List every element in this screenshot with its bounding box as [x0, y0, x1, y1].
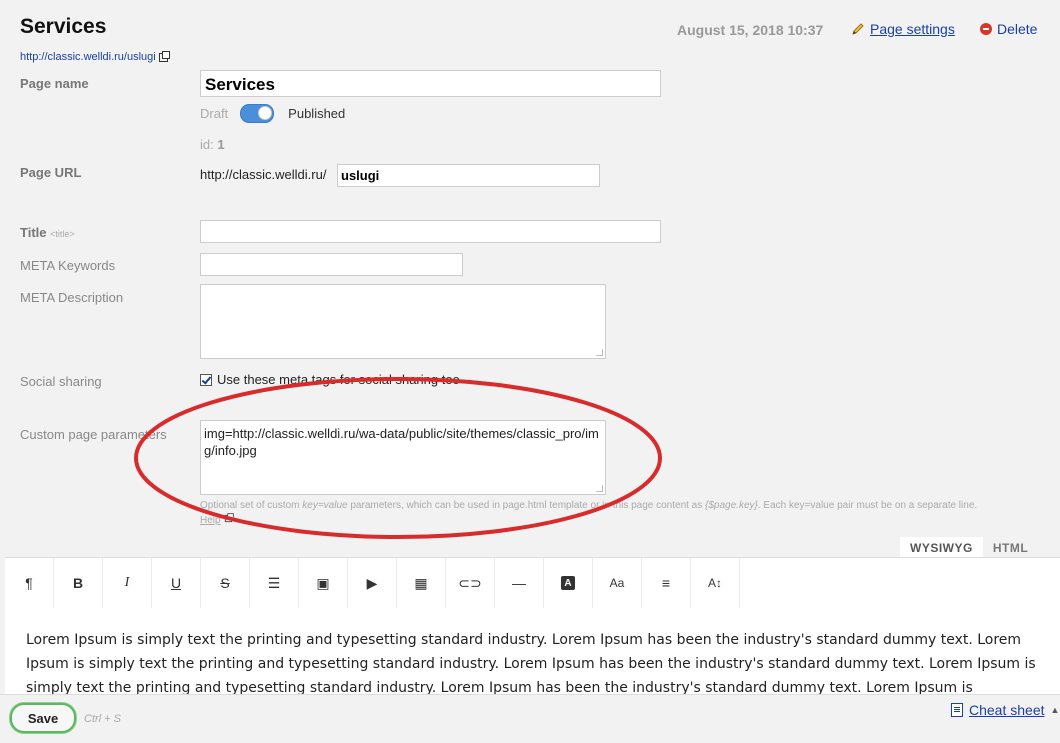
font-color-icon[interactable]: A: [544, 558, 593, 608]
hint-text: . Each key=value pair must be on a separ…: [757, 500, 978, 511]
footer-bar: [0, 694, 1060, 743]
page-title: Services: [20, 15, 107, 38]
meta-keywords-label: META Keywords: [20, 258, 116, 273]
paragraph-icon[interactable]: ¶: [5, 558, 54, 608]
strikethrough-icon[interactable]: S: [201, 558, 250, 608]
page-url-text: http://classic.welldi.ru/uslugi: [20, 51, 156, 63]
url-prefix: http://classic.welldi.ru/: [200, 167, 327, 182]
publish-toggle[interactable]: [240, 104, 275, 123]
help-link[interactable]: Help: [200, 515, 221, 526]
meta-keywords-input[interactable]: [200, 253, 463, 276]
editor-content-area[interactable]: Lorem Ipsum is simply text the printing …: [5, 608, 1060, 694]
hint-page-key: {$page.key}: [705, 500, 758, 511]
custom-params-textarea[interactable]: img=http://classic.welldi.ru/wa-data/pub…: [200, 420, 606, 495]
published-label: Published: [288, 106, 346, 121]
cheat-sheet-link[interactable]: Cheat sheet ▲: [951, 702, 1059, 718]
page-id: id: 1: [200, 137, 225, 152]
caret-up-icon[interactable]: ▲: [1051, 705, 1060, 715]
save-shortcut-hint: Ctrl + S: [84, 713, 121, 725]
draft-label: Draft: [200, 106, 229, 121]
hint-text: Optional set of custom: [200, 500, 303, 511]
social-sharing-checkbox[interactable]: [200, 373, 212, 386]
font-size-icon[interactable]: Aa: [593, 558, 642, 608]
delete-icon: [980, 23, 992, 35]
page-public-link[interactable]: http://classic.welldi.ru/uslugi: [20, 50, 170, 63]
tab-html[interactable]: HTML: [983, 537, 1038, 559]
font-color-glyph: A: [561, 576, 575, 590]
cheat-sheet-label: Cheat sheet: [969, 702, 1045, 718]
underline-icon[interactable]: U: [152, 558, 201, 608]
delete-label: Delete: [997, 21, 1038, 37]
video-icon[interactable]: ▶: [348, 558, 397, 608]
pencil-icon: [852, 23, 864, 35]
list-icon[interactable]: ☰: [250, 558, 299, 608]
social-sharing-label: Social sharing: [20, 374, 102, 389]
social-sharing-checkbox-label: Use these meta tags for social sharing t…: [217, 372, 460, 387]
page-settings-link[interactable]: Page settings: [851, 21, 955, 37]
external-link-icon: [224, 513, 234, 523]
page-url-label: Page URL: [20, 165, 82, 180]
horizontal-rule-icon[interactable]: —: [495, 558, 544, 608]
bold-icon[interactable]: B: [54, 558, 103, 608]
link-icon[interactable]: ⊂⊃: [446, 558, 495, 608]
hint-key-value: key=value: [302, 500, 348, 511]
custom-params-label: Custom page parameters: [20, 427, 167, 442]
last-modified-date: August 15, 2018 10:37: [677, 22, 824, 38]
social-sharing-option[interactable]: Use these meta tags for social sharing t…: [200, 372, 460, 387]
align-icon[interactable]: ≡: [642, 558, 691, 608]
id-label: id:: [200, 137, 214, 152]
title-input[interactable]: [200, 220, 661, 243]
delete-link[interactable]: Delete: [980, 21, 1037, 37]
meta-description-textarea[interactable]: [200, 284, 606, 359]
external-link-icon: [158, 50, 170, 62]
editor-mode-tabs: WYSIWYG HTML: [900, 537, 1038, 559]
id-value: 1: [217, 137, 225, 152]
editor-text[interactable]: Lorem Ipsum is simply text the printing …: [5, 608, 1060, 694]
editor-toolbar: ¶ B I U S ☰ ▣ ▶ ▦ ⊂⊃ — A Aa ≡ A↕: [5, 557, 1060, 609]
page-url-input[interactable]: uslugi: [337, 164, 600, 187]
italic-icon[interactable]: I: [103, 558, 152, 608]
page-name-label: Page name: [20, 76, 89, 91]
save-button[interactable]: Save: [10, 703, 76, 733]
hint-text: parameters, which can be used in page.ht…: [347, 500, 706, 511]
custom-params-hint: Optional set of custom key=value paramet…: [200, 498, 1050, 528]
image-icon[interactable]: ▣: [299, 558, 348, 608]
page-name-input[interactable]: Services: [200, 70, 661, 97]
resize-handle-icon[interactable]: [596, 485, 603, 492]
meta-description-label: META Description: [20, 290, 124, 305]
tab-wysiwyg[interactable]: WYSIWYG: [900, 537, 983, 559]
table-icon[interactable]: ▦: [397, 558, 446, 608]
publish-toggle-row: Draft Published: [200, 104, 345, 123]
custom-params-value: img=http://classic.welldi.ru/wa-data/pub…: [204, 426, 599, 458]
title-label: Title <title>: [20, 225, 75, 240]
line-height-icon[interactable]: A↕: [691, 558, 740, 608]
document-icon: [951, 703, 963, 717]
title-label-text: Title: [20, 225, 47, 240]
page-settings-label: Page settings: [870, 21, 955, 37]
title-tag-hint: <title>: [50, 229, 75, 239]
resize-handle-icon[interactable]: [596, 349, 603, 356]
